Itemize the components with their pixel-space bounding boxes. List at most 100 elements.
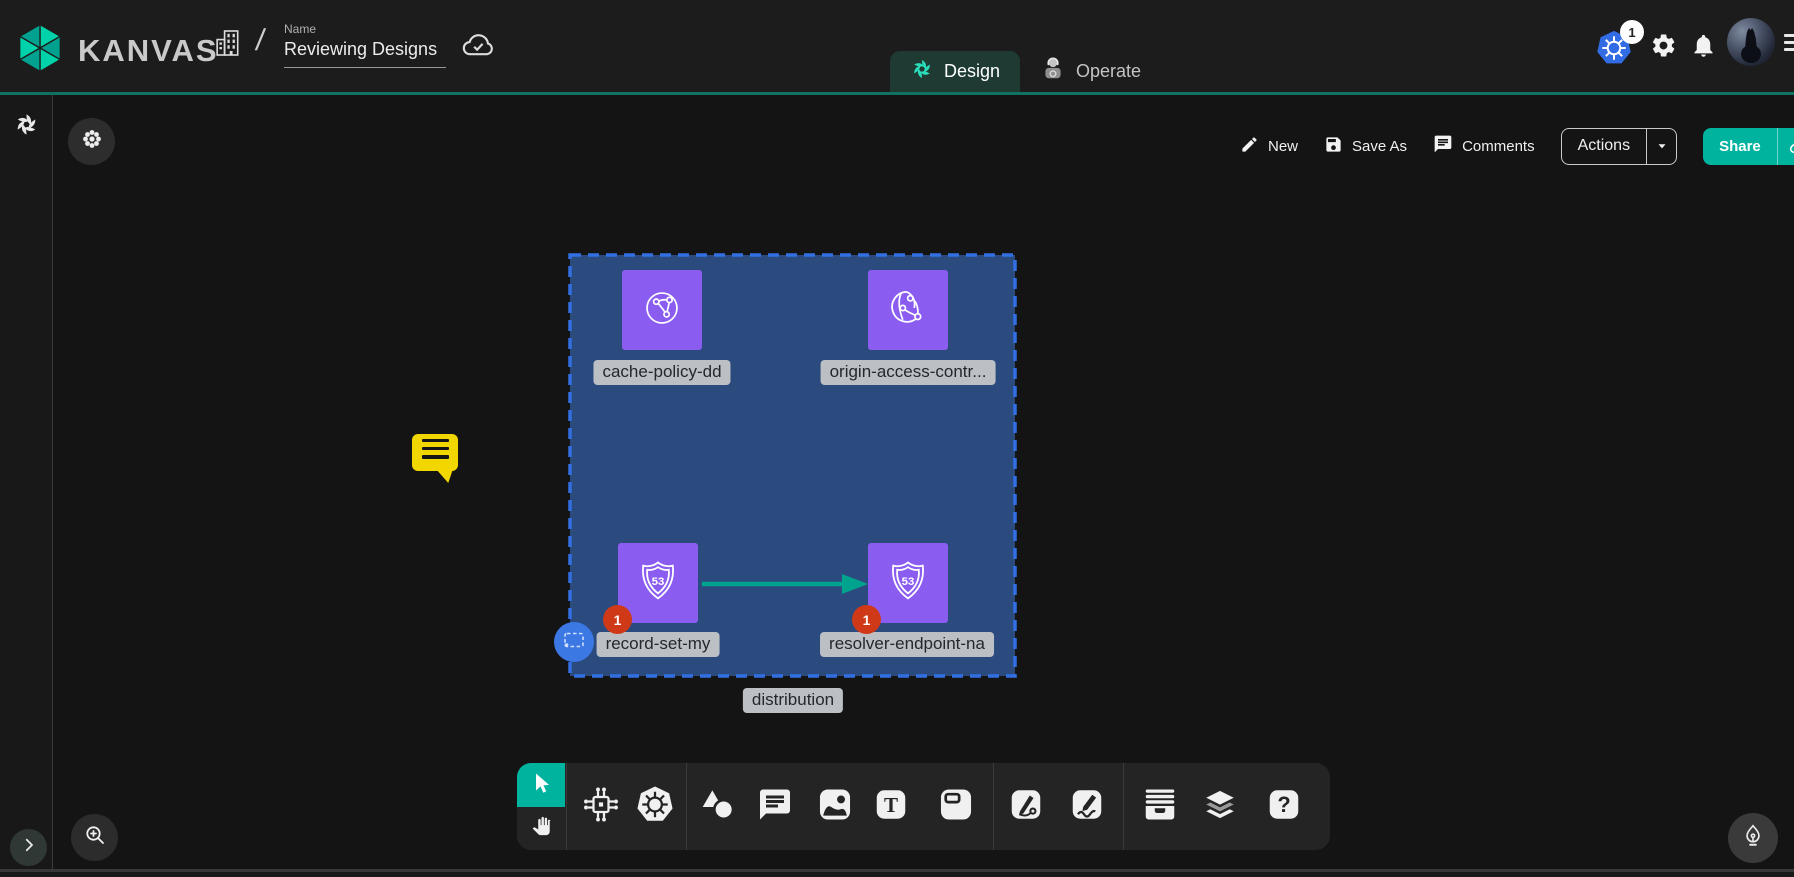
pan-tool-button[interactable] xyxy=(517,807,565,850)
share-button[interactable]: Share xyxy=(1703,128,1794,165)
node-resolver-endpoint[interactable]: 53 xyxy=(868,543,948,623)
pencil-icon xyxy=(1240,135,1259,158)
actions-dropdown-arrow-icon[interactable] xyxy=(1646,129,1676,164)
text-tool-button[interactable]: T xyxy=(873,786,909,827)
shapes-tool-button[interactable] xyxy=(697,784,737,829)
kanvas-app: KANVAS / Name Reviewing Designs xyxy=(0,0,1794,877)
canvas-quick-menu-button[interactable] xyxy=(68,118,115,165)
kubernetes-context-button[interactable]: 1 xyxy=(1594,27,1652,69)
design-name-field[interactable]: Name Reviewing Designs xyxy=(284,22,446,68)
dock-divider xyxy=(566,763,567,850)
share-button-label[interactable]: Share xyxy=(1703,128,1777,165)
pen-nib-icon xyxy=(1740,823,1766,854)
select-tool-button[interactable] xyxy=(517,763,565,807)
comment-tool-button[interactable] xyxy=(757,786,793,827)
svg-text:?: ? xyxy=(1277,792,1290,817)
notifications-bell-icon[interactable] xyxy=(1690,32,1717,64)
help-tool-button[interactable]: ? xyxy=(1266,786,1302,827)
new-button[interactable]: New xyxy=(1240,135,1298,158)
image-icon xyxy=(816,785,854,828)
sidebar-expand-button[interactable] xyxy=(10,829,47,866)
node-record-set[interactable]: 53 xyxy=(618,543,698,623)
pen-mode-button[interactable] xyxy=(1728,813,1778,863)
comment-line xyxy=(422,447,449,451)
hamburger-menu-icon[interactable] xyxy=(1784,34,1794,55)
tools-dock: T xyxy=(517,763,1330,850)
organization-icon[interactable] xyxy=(212,27,244,64)
kubernetes-components-tool-button[interactable] xyxy=(634,783,676,830)
node-cache-policy[interactable] xyxy=(622,270,702,350)
floppy-save-icon xyxy=(1324,135,1343,158)
node-label-record-set[interactable]: record-set-my xyxy=(597,632,720,657)
meshery-swirl-icon[interactable] xyxy=(13,111,40,143)
comments-button-label: Comments xyxy=(1462,138,1535,155)
share-link-icon[interactable] xyxy=(1777,128,1794,165)
node-label-resolver-endpoint[interactable]: resolver-endpoint-na xyxy=(820,632,994,657)
text-icon: T xyxy=(873,786,909,827)
comment-pin-tail xyxy=(436,469,453,483)
drawer-archive-icon xyxy=(1139,783,1181,830)
dashed-rect-icon xyxy=(562,630,586,655)
app-header: KANVAS / Name Reviewing Designs xyxy=(0,0,1794,95)
kanvas-logo[interactable]: KANVAS xyxy=(14,22,219,79)
breadcrumb-separator: / xyxy=(254,24,267,58)
tab-operate[interactable]: Operate xyxy=(1020,51,1161,92)
card-tool-button[interactable] xyxy=(937,785,975,828)
kubernetes-wheel-icon xyxy=(634,783,676,830)
help-question-icon: ? xyxy=(1266,786,1302,827)
save-as-button-label: Save As xyxy=(1352,138,1407,155)
hand-pan-icon xyxy=(530,815,552,842)
tab-operate-label: Operate xyxy=(1076,61,1141,82)
tab-design[interactable]: Design xyxy=(890,51,1020,92)
left-sidebar xyxy=(0,95,53,877)
node-origin-access-control[interactable] xyxy=(868,270,948,350)
design-name-label: Name xyxy=(284,22,446,36)
logo-text: KANVAS xyxy=(78,33,219,69)
chevron-right-icon xyxy=(20,836,38,859)
window-bottom-strip xyxy=(0,872,1794,877)
record-set-count-badge[interactable]: 1 xyxy=(603,605,632,634)
design-name-input[interactable]: Reviewing Designs xyxy=(284,36,446,68)
group-label-distribution[interactable]: distribution xyxy=(743,688,843,713)
edge-record-set-to-resolver[interactable] xyxy=(698,570,876,598)
svg-text:T: T xyxy=(884,793,898,817)
magnifier-plus-icon xyxy=(83,823,107,852)
network-globe-icon xyxy=(639,285,685,336)
pencil-tool-button[interactable] xyxy=(1069,786,1105,827)
comments-button[interactable]: Comments xyxy=(1433,134,1535,158)
chat-bubble-icon xyxy=(1433,134,1453,158)
kanvas-hexagon-icon xyxy=(14,22,66,79)
pen-tool-button[interactable] xyxy=(1008,786,1044,827)
shapes-icon xyxy=(697,784,737,829)
image-tool-button[interactable] xyxy=(816,785,854,828)
actions-dropdown-button[interactable]: Actions xyxy=(1561,128,1677,165)
mesh-components-tool-button[interactable] xyxy=(580,783,622,830)
operate-person-icon xyxy=(1040,56,1066,87)
resolver-endpoint-count-badge[interactable]: 1 xyxy=(852,605,881,634)
comment-line xyxy=(422,439,449,443)
zoom-button[interactable] xyxy=(71,814,118,861)
design-swirl-icon xyxy=(910,57,934,86)
design-action-bar: New Save As Comments Actions xyxy=(1240,127,1794,165)
node-label-cache-policy[interactable]: cache-policy-dd xyxy=(593,360,730,385)
node-label-origin-access-control[interactable]: origin-access-contr... xyxy=(821,360,996,385)
network-globe-node-icon xyxy=(885,285,931,336)
vector-pen-icon xyxy=(1008,786,1044,827)
user-avatar[interactable] xyxy=(1727,18,1775,66)
group-selection-handle[interactable] xyxy=(554,622,594,662)
svg-text:53: 53 xyxy=(902,576,915,588)
canvas-comment-pin[interactable] xyxy=(412,434,458,471)
freehand-pencil-icon xyxy=(1069,786,1105,827)
settings-gear-icon[interactable] xyxy=(1650,32,1677,64)
drawer-tool-button[interactable] xyxy=(1139,783,1181,830)
save-as-button[interactable]: Save As xyxy=(1324,135,1407,158)
dock-divider xyxy=(1123,763,1124,850)
actions-button-label[interactable]: Actions xyxy=(1562,129,1646,164)
cursor-pointer-icon xyxy=(529,771,553,800)
layers-icon xyxy=(1199,783,1241,830)
tab-design-label: Design xyxy=(944,61,1000,82)
route53-shield-icon: 53 xyxy=(634,557,682,610)
layers-tool-button[interactable] xyxy=(1199,783,1241,830)
route53-shield-icon: 53 xyxy=(884,557,932,610)
comment-line xyxy=(422,455,449,459)
